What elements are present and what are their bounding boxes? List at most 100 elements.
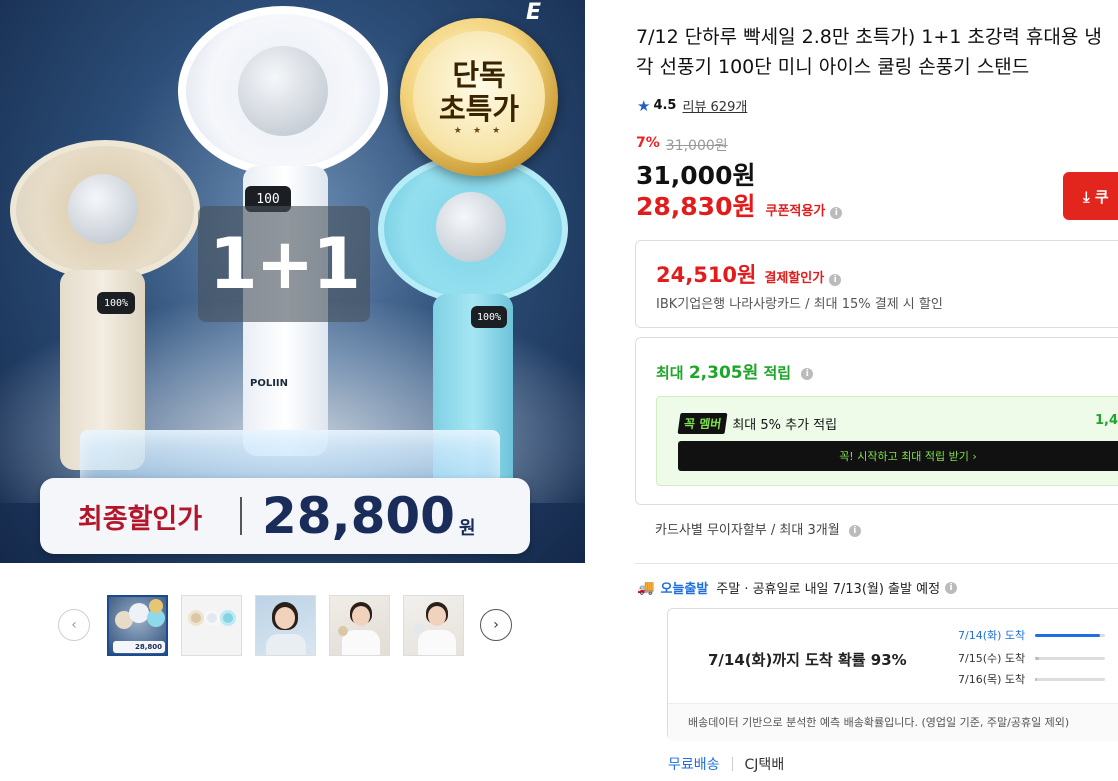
- final-price-unit: 원: [458, 518, 476, 539]
- thumb-fan: [129, 603, 149, 623]
- fan-display: 100%: [471, 306, 507, 328]
- original-price: 31,000원: [665, 138, 728, 154]
- coupon-price: 28,830원: [636, 192, 756, 221]
- thumb-fan: [338, 626, 348, 636]
- thumbnail-prev-button[interactable]: ‹: [58, 609, 90, 641]
- shipping-info: 무료배송 CJ택배: [668, 754, 784, 774]
- arrival-row: 7/14(화) 도착: [958, 627, 1106, 643]
- final-price-label: 최종할인가: [77, 503, 203, 535]
- chevron-left-icon: ‹: [71, 617, 77, 633]
- membership-text: 최대 5% 추가 적립: [732, 418, 838, 433]
- seal-inner: 단독 초특가 ★ ★ ★: [413, 31, 545, 163]
- arrival-bar-fill: [1035, 633, 1101, 637]
- installment-text: 카드사별 무이자할부 / 최대 3개월: [655, 523, 840, 538]
- membership-line: 꼭 멤버 최대 5% 추가 적립: [677, 413, 838, 434]
- rating-score: 4.5: [653, 98, 677, 113]
- product-title: 7/12 단하루 빡세일 2.8만 초특가) 1+1 초강력 휴대용 냉각 선풍…: [636, 26, 1102, 78]
- thumbnail-4[interactable]: [329, 595, 390, 656]
- thumb-fan: [188, 610, 204, 626]
- corner-logo: E: [526, 0, 542, 25]
- thumb-fan: [220, 610, 236, 626]
- fan-hub: [436, 192, 506, 262]
- arrival-bar-fill: [1035, 656, 1039, 660]
- arrival-note: 배송데이터 기반으로 분석한 예측 배송확률입니다. (영업일 기준, 주말/공…: [668, 703, 1118, 741]
- coupon-price-label: 쿠폰적용가: [765, 204, 826, 219]
- thumb-model: [428, 606, 446, 626]
- membership-signup-button[interactable]: 꼭! 시작하고 최대 적립 받기 ›: [678, 441, 1118, 471]
- final-price-banner: 최종할인가 28,800 원: [40, 478, 530, 554]
- thumb-seal: [149, 599, 163, 613]
- thumb-model: [266, 634, 306, 655]
- thumbnail-5[interactable]: [403, 595, 464, 656]
- thumb-model: [342, 630, 380, 655]
- arrival-row: 7/15(수) 도착: [958, 650, 1106, 666]
- card-discount-box: 24,510원 결제할인가 i IBK기업은행 나라사랑카드 / 최대 15% …: [635, 240, 1118, 328]
- arrival-row: 7/16(목) 도착: [958, 671, 1106, 687]
- thumb-fan: [204, 610, 220, 626]
- thumbnail-3[interactable]: [255, 595, 316, 656]
- thumb-price: 28,800: [113, 641, 165, 653]
- rating-summary: ★ 4.5 리뷰 629개: [637, 96, 747, 116]
- arrival-bar-fill: [1035, 677, 1037, 681]
- arrival-date: 7/15(수) 도착: [958, 652, 1026, 665]
- arrival-date: 7/14(화) 도착: [958, 629, 1026, 642]
- delivery-info: 🚚 오늘출발 주말 · 공휴일로 내일 7/13(월) 출발 예정 i: [637, 578, 958, 597]
- review-count-link[interactable]: 리뷰 629개: [682, 96, 747, 115]
- seal-line-1: 단독: [452, 58, 506, 92]
- main-product-image[interactable]: E 100% 100 POLIIN 100% 1+1 단독 초특가 ★ ★ ★: [0, 0, 585, 563]
- banner-divider: [240, 497, 242, 535]
- chevron-right-icon: ›: [493, 617, 499, 633]
- arrival-date: 7/16(목) 도착: [958, 673, 1026, 686]
- coupon-price-row: 28,830원 쿠폰적용가 i: [636, 187, 843, 223]
- seal-stars: ★ ★ ★: [453, 126, 505, 136]
- info-icon[interactable]: i: [829, 274, 842, 286]
- final-price-value: 28,800: [262, 487, 455, 545]
- arrival-bar: [1035, 677, 1106, 681]
- today-shipping-label: 오늘출발: [660, 582, 709, 597]
- points-prefix: 최대: [656, 364, 684, 382]
- free-shipping-label: 무료배송: [668, 757, 720, 773]
- fan-display: 100%: [97, 292, 135, 314]
- arrival-headline: 7/14(화)까지 도착 확률 93%: [708, 651, 907, 669]
- thumbnail-2[interactable]: [181, 595, 242, 656]
- membership-amount: 1,44: [1095, 413, 1118, 428]
- info-icon[interactable]: i: [801, 367, 814, 380]
- thumbnail-next-button[interactable]: ›: [480, 609, 512, 641]
- truck-icon: 🚚: [637, 579, 655, 596]
- one-plus-one-badge: 1+1: [198, 206, 370, 322]
- membership-badge: 꼭 멤버: [677, 413, 728, 434]
- card-discount-label: 결제할인가: [764, 271, 825, 286]
- info-icon[interactable]: i: [945, 581, 958, 594]
- points-box: 최대 2,305원 적립 i 꼭 멤버 최대 5% 추가 적립 1,44 꼭! …: [635, 337, 1118, 505]
- points-amount: 2,305원: [688, 363, 759, 383]
- card-discount-row: 24,510원 결제할인가 i: [656, 259, 842, 289]
- delivery-text: 주말 · 공휴일로 내일 7/13(월) 출발 예정: [716, 582, 941, 597]
- coupon-download-button[interactable]: ⤓ 쿠: [1063, 172, 1118, 220]
- card-discount-desc: IBK기업은행 나라사랑카드 / 최대 15% 결제 시 할인: [656, 297, 943, 312]
- star-icon: ★: [637, 96, 651, 115]
- brand-logo: POLIIN: [250, 378, 289, 389]
- membership-promo: 꼭 멤버 최대 5% 추가 적립 1,44 꼭! 시작하고 최대 적립 받기 ›: [656, 396, 1118, 486]
- carrier-name: CJ택배: [744, 757, 785, 773]
- shipping-divider: [731, 757, 733, 771]
- arrival-bar: [1035, 633, 1106, 637]
- thumb-model: [275, 607, 295, 629]
- discount-rate: 7%: [636, 135, 660, 151]
- card-discount-price: 24,510원: [656, 263, 757, 287]
- thumb-model: [352, 606, 370, 626]
- thumb-model: [418, 630, 456, 655]
- info-icon[interactable]: i: [830, 207, 843, 219]
- product-page: E 100% 100 POLIIN 100% 1+1 단독 초특가 ★ ★ ★: [0, 0, 1118, 781]
- info-icon[interactable]: i: [848, 524, 861, 537]
- discount-line: 7% 31,000원: [636, 135, 728, 155]
- section-divider: [635, 563, 1118, 564]
- installment-info: 카드사별 무이자할부 / 최대 3개월 i: [655, 519, 861, 538]
- arrival-bar: [1035, 656, 1106, 660]
- fan-hub: [238, 46, 328, 136]
- fan-hub: [68, 174, 138, 244]
- seal-line-2: 초특가: [438, 92, 520, 126]
- thumbnail-1[interactable]: 28,800: [107, 595, 168, 656]
- thumb-fan: [414, 624, 424, 634]
- arrival-probability-box: 7/14(화)까지 도착 확률 93% 7/14(화) 도착 7/15(수) 도…: [667, 608, 1118, 741]
- points-suffix: 적립: [763, 364, 792, 382]
